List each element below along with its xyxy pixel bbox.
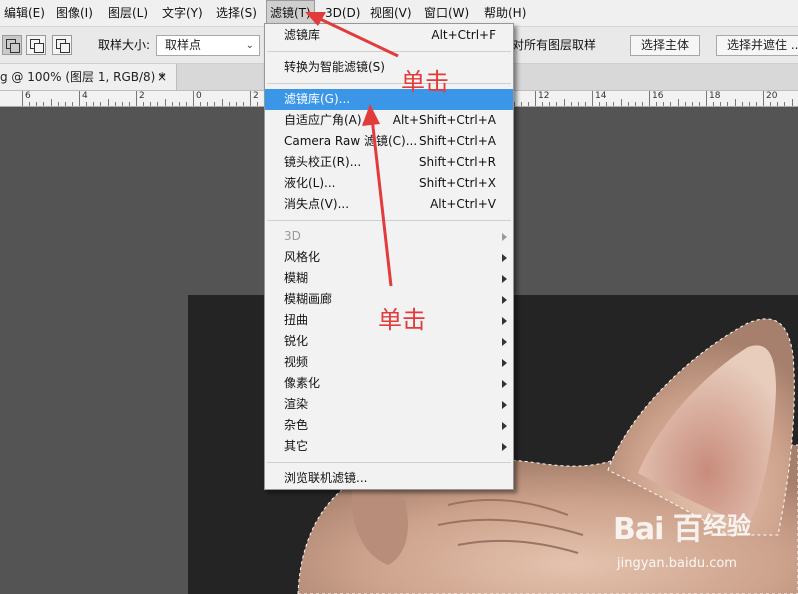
watermark-url: jingyan.baidu.com [617,556,737,571]
arrow-line-1 [317,16,399,58]
annotation-click-2: 单击 [378,306,426,334]
watermark-logo: Bai 百 [613,512,703,547]
annotation-click-1: 单击 [401,68,449,96]
arrow-line-2 [370,117,393,287]
arrow-head-2 [362,104,380,126]
watermark-brand: 经验 [703,512,751,540]
baidu-jingyan-watermark: Bai 百 经验 jingyan.baidu.com [613,504,793,584]
